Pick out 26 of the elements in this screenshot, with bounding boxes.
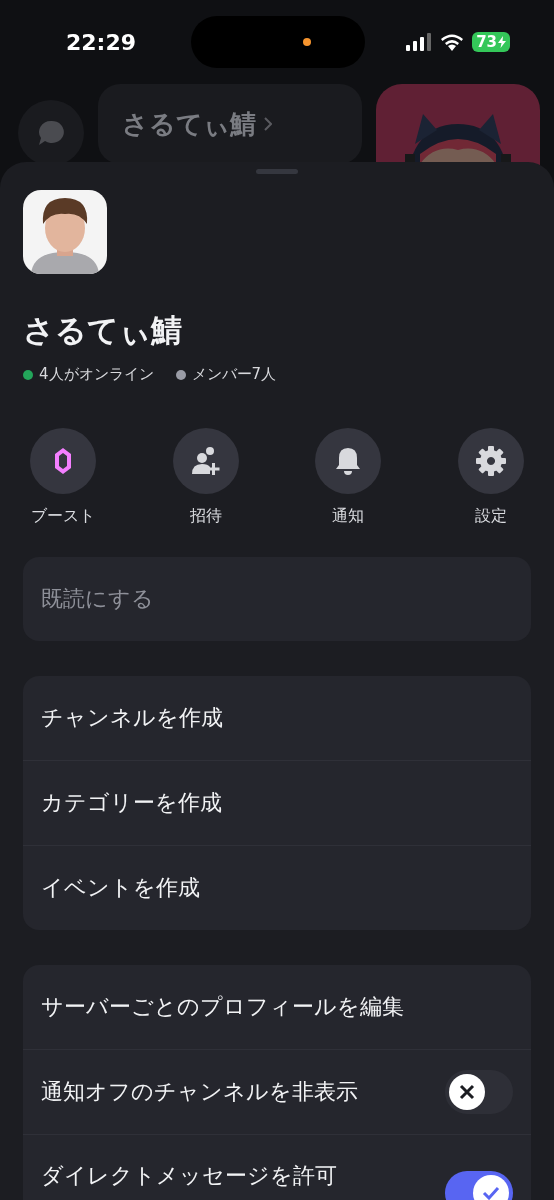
indicator-dot [303, 38, 311, 46]
stat-label: メンバー7人 [191, 365, 277, 385]
menu-item[interactable]: イベントを作成 [23, 845, 531, 931]
add-friend-icon [189, 446, 222, 477]
battery-indicator: 73 [472, 32, 510, 52]
server-name: さるてぃ鯖 [122, 107, 256, 141]
close-icon [459, 1084, 475, 1101]
chat-bubble-icon [37, 120, 65, 146]
drag-handle[interactable] [256, 169, 298, 174]
settings-icon [474, 445, 507, 478]
gem-icon [53, 446, 73, 477]
menu-item[interactable]: カテゴリーを作成 [23, 760, 531, 846]
server-header[interactable]: さるてぃ鯖 [98, 84, 362, 164]
signal-icon [406, 33, 433, 51]
bell-icon [334, 446, 363, 477]
menu-item-label: 通知オフのチャンネルを非表示 [41, 1078, 358, 1107]
menu-item[interactable]: サーバーごとのプロフィールを編集 [23, 965, 531, 1050]
wifi-icon [440, 33, 465, 51]
stat-label: 4人がオンライン [39, 365, 154, 385]
menu-item-label: ダイレクトメッセージを許可 [41, 1162, 337, 1191]
toggle-switch[interactable] [445, 1070, 513, 1115]
server-name: さるてぃ鯖 [23, 312, 183, 350]
menu-item[interactable]: チャンネルを作成 [23, 676, 531, 761]
check-icon [482, 1186, 500, 1200]
chevron-icon [264, 117, 272, 131]
clock: 22:29 [66, 29, 137, 55]
